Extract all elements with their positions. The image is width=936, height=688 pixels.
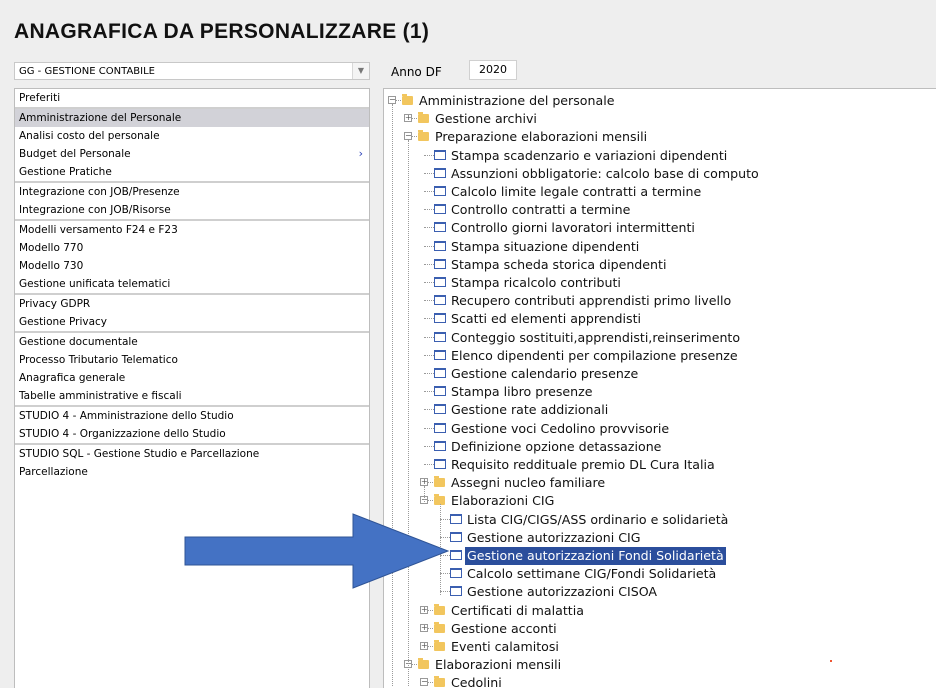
tree-item-label: Calcolo limite legale contratti a termin… xyxy=(451,184,702,199)
tree-item-label: Elaborazioni mensili xyxy=(435,657,562,673)
tree-item-label: Lista CIG/CIGS/ASS ordinario e solidarie… xyxy=(467,511,729,527)
tree-item-label: Stampa scheda storica dipendenti xyxy=(451,256,667,272)
tree-item-label: Definizione opzione detassazione xyxy=(451,438,662,454)
tree-item-label: Assegni nucleo familiare xyxy=(451,475,606,491)
tree-item-label: Conteggio sostituiti,apprendisti,reinser… xyxy=(451,329,741,345)
tree-folder-node[interactable]: − Elaborazioni mensili xyxy=(384,656,934,674)
tree-item-label: Gestione autorizzazioni CISOA xyxy=(467,584,658,600)
tree-item-label: Calcolo settimane CIG/Fondi Solidarietà xyxy=(467,566,717,582)
folder-icon xyxy=(434,621,445,633)
tree-item-label: Requisito reddituale premio DL Cura Ital… xyxy=(451,457,715,472)
folder-icon xyxy=(434,640,445,651)
tree-folder-node[interactable]: + Eventi calamitosi xyxy=(384,638,934,656)
folder-icon xyxy=(434,676,445,688)
collapse-icon[interactable]: − xyxy=(420,678,428,687)
tree-item-label: Elenco dipendenti per compilazione prese… xyxy=(451,347,738,363)
tree-item-label: Controllo giorni lavoratori intermittent… xyxy=(451,220,695,236)
tree-item-label: Gestione rate addizionali xyxy=(451,402,609,418)
expand-icon[interactable]: + xyxy=(420,605,428,614)
tree-item-label: Scatti ed elementi apprendisti xyxy=(451,311,642,327)
folder-icon xyxy=(434,603,445,615)
tree-item-label: Stampa scadenzario e variazioni dipenden… xyxy=(451,147,728,163)
tree-item-label: Gestione voci Cedolino provvisorie xyxy=(451,420,670,436)
tree-item-label: Stampa situazione dipendenti xyxy=(451,238,640,254)
tree-folder-node[interactable]: − Cedolini xyxy=(384,674,934,688)
year-input[interactable]: 2020 xyxy=(469,60,517,80)
tree-item-label: Gestione acconti xyxy=(451,620,557,636)
tree-item-label: Recupero contributi apprendisti primo li… xyxy=(451,293,732,309)
tree-item-label: Cedolini xyxy=(451,675,502,688)
tree-item-label: Stampa libro presenze xyxy=(451,384,593,400)
tree-item-label: Gestione calendario presenze xyxy=(451,366,639,381)
expand-icon[interactable]: + xyxy=(420,623,428,632)
tree-item-label: Gestione autorizzazioni CIG xyxy=(467,529,641,545)
tree-item-label: Certificati di malattia xyxy=(451,602,584,618)
expand-icon[interactable]: + xyxy=(420,642,428,650)
red-dot xyxy=(830,660,832,662)
tree-folder-node[interactable]: + Certificati di malattia xyxy=(384,602,934,620)
arrow-pointer-icon xyxy=(184,513,450,589)
tree-item-label: Assunzioni obbligatorie: calcolo base di… xyxy=(451,165,759,181)
tree-folder-node[interactable]: + Gestione acconti xyxy=(384,620,934,638)
tree-item-label: Eventi calamitosi xyxy=(451,639,559,654)
tree-item-label: Controllo contratti a termine xyxy=(451,202,631,218)
folder-icon xyxy=(418,658,429,670)
tree-item-label: Stampa ricalcolo contributi xyxy=(451,275,621,290)
tree-item-label: Gestione autorizzazioni Fondi Solidariet… xyxy=(465,547,726,565)
